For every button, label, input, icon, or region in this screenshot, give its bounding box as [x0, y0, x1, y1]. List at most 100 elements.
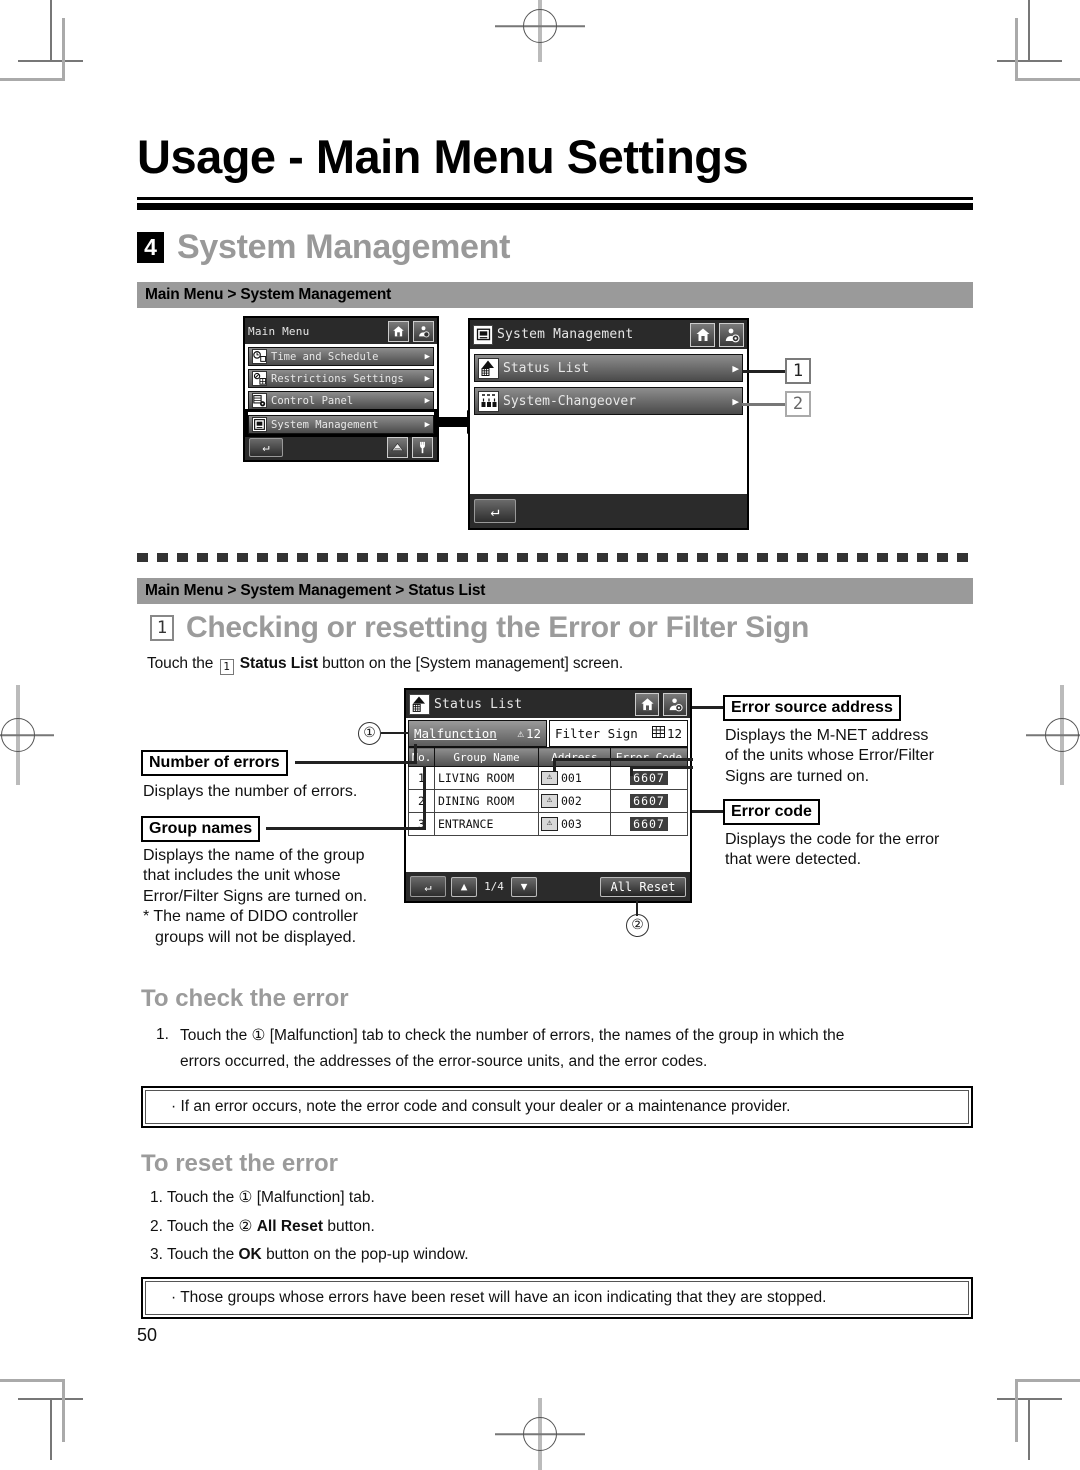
user-gear-icon[interactable] [719, 322, 744, 347]
page-up-button[interactable]: ▲ [451, 876, 477, 897]
filter-grid-icon [651, 726, 665, 741]
status-tabs: Malfunction ⚠ 12 Filter Sign 12 [408, 720, 688, 747]
lcd-title-text: System Management [497, 327, 634, 342]
note-box-error-occurs: · If an error occurs, note the error cod… [141, 1086, 973, 1128]
home-icon[interactable] [690, 322, 715, 347]
note-text: · Those groups whose errors have been re… [171, 1289, 827, 1306]
group-names-line-2: that includes the unit whose [143, 867, 341, 885]
group-names-line-4: * The name of DIDO controller [143, 908, 358, 926]
annotation-label-error-code: Error code [723, 799, 820, 825]
table-header-row: No. Group Name Address Error Code [408, 747, 688, 767]
error-source-line-1: Displays the M-NET address [725, 727, 929, 744]
highlight-box-system-management [245, 409, 437, 437]
reset-step-marker: 1. [150, 1189, 163, 1206]
reset-step-marker: 3. [150, 1246, 163, 1263]
user-gear-icon[interactable] [413, 320, 434, 342]
reset-step-3: 3. Touch the OK button on the pop-up win… [150, 1246, 469, 1264]
title-rule-thin [137, 197, 973, 200]
error-source-line-2: of the units whose Error/Filter [725, 747, 934, 765]
column-header-error-code: Error Code [610, 747, 688, 767]
error-code-line-2: that were detected. [725, 851, 862, 869]
reset-step-post: [Malfunction] tab. [256, 1189, 375, 1206]
table-row[interactable]: 1 LIVING ROOM 001 6607 [408, 766, 688, 790]
title-rule-thick [137, 203, 973, 210]
lcd-status-list-screen: Status List Malfunction ⚠ 12 Filter Sign [404, 688, 692, 903]
leader-line-errorcode-col-h [630, 766, 693, 769]
intro-pre: Touch the [147, 655, 214, 672]
note-text: · If an error occurs, note the error cod… [171, 1098, 791, 1115]
chevron-right-icon: ▶ [424, 395, 430, 406]
error-code-chip: 6607 [630, 817, 668, 831]
lcd-title-bar: Status List [406, 690, 690, 718]
reset-step-pre: Touch the [166, 1189, 235, 1206]
cell-group-name: ENTRANCE [434, 812, 539, 836]
menu-item-status-list[interactable]: Status List ▶ [474, 354, 743, 382]
tab-count: 12 [666, 726, 682, 741]
error-code-chip: 6607 [630, 794, 668, 808]
cell-no: 2 [408, 789, 435, 813]
cell-no: 3 [408, 812, 435, 836]
leader-line-circle1 [381, 732, 409, 734]
page-title: Usage - Main Menu Settings [137, 130, 749, 183]
reset-step-post: button. [327, 1218, 375, 1235]
menu-item-label: Control Panel [271, 394, 354, 407]
annotation-text-error-code: Displays the code for the error that wer… [725, 830, 977, 871]
menu-item-time-and-schedule[interactable]: Time and Schedule ▶ [248, 347, 434, 366]
registration-mark-top [495, 0, 585, 62]
address-value: 003 [561, 817, 582, 831]
check-step-rest: [Malfunction] tab to check the number of… [269, 1027, 845, 1044]
home-icon[interactable] [635, 692, 659, 716]
service-icon[interactable] [412, 436, 433, 458]
menu-item-label: Restrictions Settings [271, 372, 404, 385]
system-management-icon [473, 324, 493, 345]
manual-page: Usage - Main Menu Settings 4 System Mana… [0, 0, 1080, 1470]
annotation-text-error-source-address: Displays the M-NET address of the units … [725, 726, 975, 787]
reset-step-bold: All Reset [256, 1218, 324, 1235]
chevron-right-icon: ▶ [732, 361, 739, 375]
clock-schedule-icon [252, 349, 267, 364]
user-gear-icon[interactable] [663, 692, 687, 716]
registration-mark-left [0, 685, 54, 785]
status-list-icon [478, 357, 499, 379]
menu-item-restrictions-settings[interactable]: Restrictions Settings ▶ [248, 369, 434, 388]
changeover-icon [478, 390, 499, 412]
annotation-label-number-of-errors: Number of errors [141, 750, 288, 776]
page-down-button[interactable]: ▼ [511, 876, 537, 897]
menu-item-label: Time and Schedule [271, 350, 379, 363]
lcd-footer-bar: ↵ ▲ 1/4 ▼ All Reset [406, 872, 690, 901]
dotted-separator [137, 553, 973, 562]
annotation-text-number-of-errors: Displays the number of errors. [143, 783, 358, 800]
address-value: 002 [561, 794, 582, 808]
check-step-marker: 1. [156, 1026, 169, 1043]
leader-line-address-col-h [553, 758, 693, 761]
all-reset-button[interactable]: All Reset [600, 876, 686, 897]
intro-bold: Status List [239, 655, 318, 672]
network-icon[interactable] [387, 436, 408, 458]
warning-triangle-icon: ⚠ [517, 727, 524, 740]
back-button[interactable]: ↵ [474, 499, 516, 523]
leader-line-tag1 [742, 370, 787, 373]
lcd-title-bar: Main Menu [245, 318, 437, 344]
menu-item-control-panel[interactable]: Control Panel ▶ [248, 391, 434, 410]
cell-address: 001 [538, 766, 611, 790]
tab-malfunction[interactable]: Malfunction ⚠ 12 [408, 720, 547, 747]
back-button[interactable]: ↵ [410, 876, 446, 897]
home-icon[interactable] [388, 320, 409, 342]
registration-mark-bottom [495, 1398, 585, 1470]
malfunction-count: ⚠ 12 [517, 726, 541, 741]
reset-step-circle: ② [238, 1218, 253, 1235]
group-names-line-1: Displays the name of the group [143, 847, 365, 864]
check-step-1-cont: errors occurred, the addresses of the er… [180, 1053, 708, 1070]
table-row[interactable]: 2 DINING ROOM 002 6607 [408, 789, 688, 813]
tab-filter-sign[interactable]: Filter Sign 12 [549, 720, 688, 747]
back-button[interactable]: ↵ [249, 437, 283, 457]
reset-step-post: button on the pop-up window. [266, 1246, 469, 1263]
menu-item-system-changeover[interactable]: System-Changeover ▶ [474, 387, 743, 415]
restrictions-icon [252, 371, 267, 386]
breadcrumb-system-management: Main Menu > System Management [137, 282, 973, 308]
cell-group-name: DINING ROOM [434, 789, 539, 813]
heading-to-check-the-error: To check the error [141, 985, 349, 1012]
callout-circle-2: ② [626, 914, 649, 937]
table-row[interactable]: 3 ENTRANCE 003 6607 [408, 812, 688, 836]
reset-step-pre: Touch the [166, 1246, 235, 1263]
